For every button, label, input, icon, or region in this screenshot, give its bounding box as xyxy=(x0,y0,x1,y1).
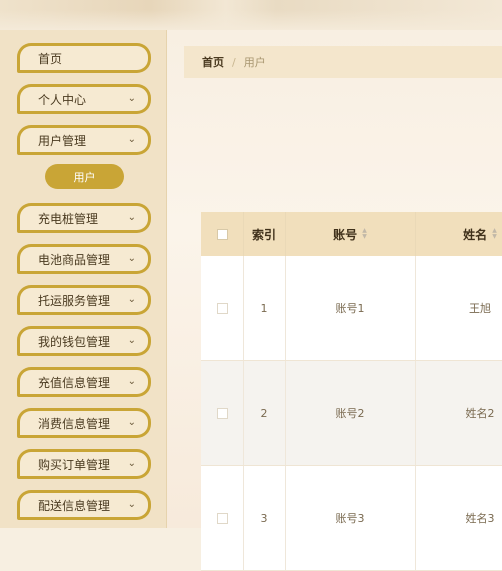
cell-name: 姓名3 xyxy=(465,512,495,525)
chevron-down-icon: ⌄ xyxy=(127,134,136,145)
cell-index: 1 xyxy=(260,301,268,315)
chevron-down-icon: ⌄ xyxy=(127,417,136,428)
select-all-checkbox[interactable] xyxy=(216,228,228,240)
sidebar-item-purchase-order-management[interactable]: 购买订单管理 ⌄ xyxy=(17,449,151,479)
submenu-item-label: 用户 xyxy=(73,170,96,184)
chevron-down-icon: ⌄ xyxy=(127,294,136,305)
sidebar-item-user-management[interactable]: 用户管理 ⌄ xyxy=(17,125,151,155)
chevron-down-icon: ⌄ xyxy=(127,212,136,223)
chevron-down-icon: ⌄ xyxy=(127,499,136,510)
sidebar-item-charging-pile-management[interactable]: 充电桩管理 ⌄ xyxy=(17,203,151,233)
row-checkbox[interactable] xyxy=(216,407,228,419)
sidebar-item-wallet-management[interactable]: 我的钱包管理 ⌄ xyxy=(17,326,151,356)
breadcrumb: 首页 / 用户 xyxy=(184,46,502,78)
chevron-down-icon: ⌄ xyxy=(127,335,136,346)
cell-account: 账号2 xyxy=(335,407,365,420)
row-checkbox[interactable] xyxy=(216,302,228,314)
sidebar-item-battery-product-management[interactable]: 电池商品管理 ⌄ xyxy=(17,244,151,274)
table-header: 索引 账号 ▲ ▼ 姓名 ▲ ▼ xyxy=(201,212,502,257)
sidebar-item-label: 购买订单管理 xyxy=(38,457,111,472)
breadcrumb-separator: / xyxy=(232,55,236,69)
breadcrumb-current: 用户 xyxy=(243,56,266,69)
column-header-label: 姓名 xyxy=(463,227,488,242)
sidebar-item-shipping-service-management[interactable]: 托运服务管理 ⌄ xyxy=(17,285,151,315)
chevron-down-icon: ⌄ xyxy=(127,253,136,264)
sidebar-item-personal-center[interactable]: 个人中心 ⌄ xyxy=(17,84,151,114)
top-banner xyxy=(0,0,502,31)
table-row[interactable]: 2 账号2 姓名2 xyxy=(201,361,502,466)
table-row[interactable]: 3 账号3 姓名3 xyxy=(201,466,502,571)
cell-index: 2 xyxy=(260,406,268,420)
column-header-label: 账号 xyxy=(333,227,358,242)
row-checkbox[interactable] xyxy=(216,512,228,524)
chevron-down-icon: ⌄ xyxy=(127,376,136,387)
sidebar-item-label: 首页 xyxy=(38,51,63,66)
cell-name: 姓名2 xyxy=(465,407,495,420)
header-checkbox-cell xyxy=(201,212,243,256)
column-header-account[interactable]: 账号 ▲ ▼ xyxy=(285,212,415,256)
submenu-item-users[interactable]: 用户 xyxy=(45,164,124,189)
sidebar-item-label: 个人中心 xyxy=(38,92,87,107)
cell-name: 王旭 xyxy=(469,302,491,315)
breadcrumb-home[interactable]: 首页 xyxy=(202,54,224,70)
sidebar-item-label: 电池商品管理 xyxy=(38,252,111,267)
row-checkbox-cell xyxy=(201,466,243,570)
column-header-index: 索引 xyxy=(243,212,285,256)
table-row[interactable]: 1 账号1 王旭 xyxy=(201,256,502,361)
sidebar-item-label: 充值信息管理 xyxy=(38,375,111,390)
chevron-down-icon: ⌄ xyxy=(127,458,136,469)
sidebar-item-label: 用户管理 xyxy=(38,133,87,148)
chevron-down-icon: ⌄ xyxy=(127,93,136,104)
sidebar-item-home[interactable]: 首页 xyxy=(17,43,151,73)
sidebar-item-consumption-management[interactable]: 消费信息管理 ⌄ xyxy=(17,408,151,438)
sort-icon[interactable]: ▲ ▼ xyxy=(492,228,497,240)
cell-account: 账号1 xyxy=(335,302,365,315)
row-checkbox-cell xyxy=(201,256,243,360)
sidebar-item-label: 配送信息管理 xyxy=(38,498,111,513)
sidebar-item-label: 消费信息管理 xyxy=(38,416,111,431)
column-header-label: 索引 xyxy=(251,227,276,242)
row-checkbox-cell xyxy=(201,361,243,465)
column-header-name[interactable]: 姓名 ▲ ▼ xyxy=(415,212,502,256)
sidebar-item-recharge-management[interactable]: 充值信息管理 ⌄ xyxy=(17,367,151,397)
sidebar-item-label: 充电桩管理 xyxy=(38,211,99,226)
banner-strip xyxy=(0,10,502,30)
sidebar-item-label: 托运服务管理 xyxy=(38,293,111,308)
sort-icon[interactable]: ▲ ▼ xyxy=(362,228,367,240)
cell-index: 3 xyxy=(260,511,268,525)
cell-account: 账号3 xyxy=(335,512,365,525)
sidebar-item-label: 我的钱包管理 xyxy=(38,334,111,349)
sidebar-item-delivery-management[interactable]: 配送信息管理 ⌄ xyxy=(17,490,151,520)
